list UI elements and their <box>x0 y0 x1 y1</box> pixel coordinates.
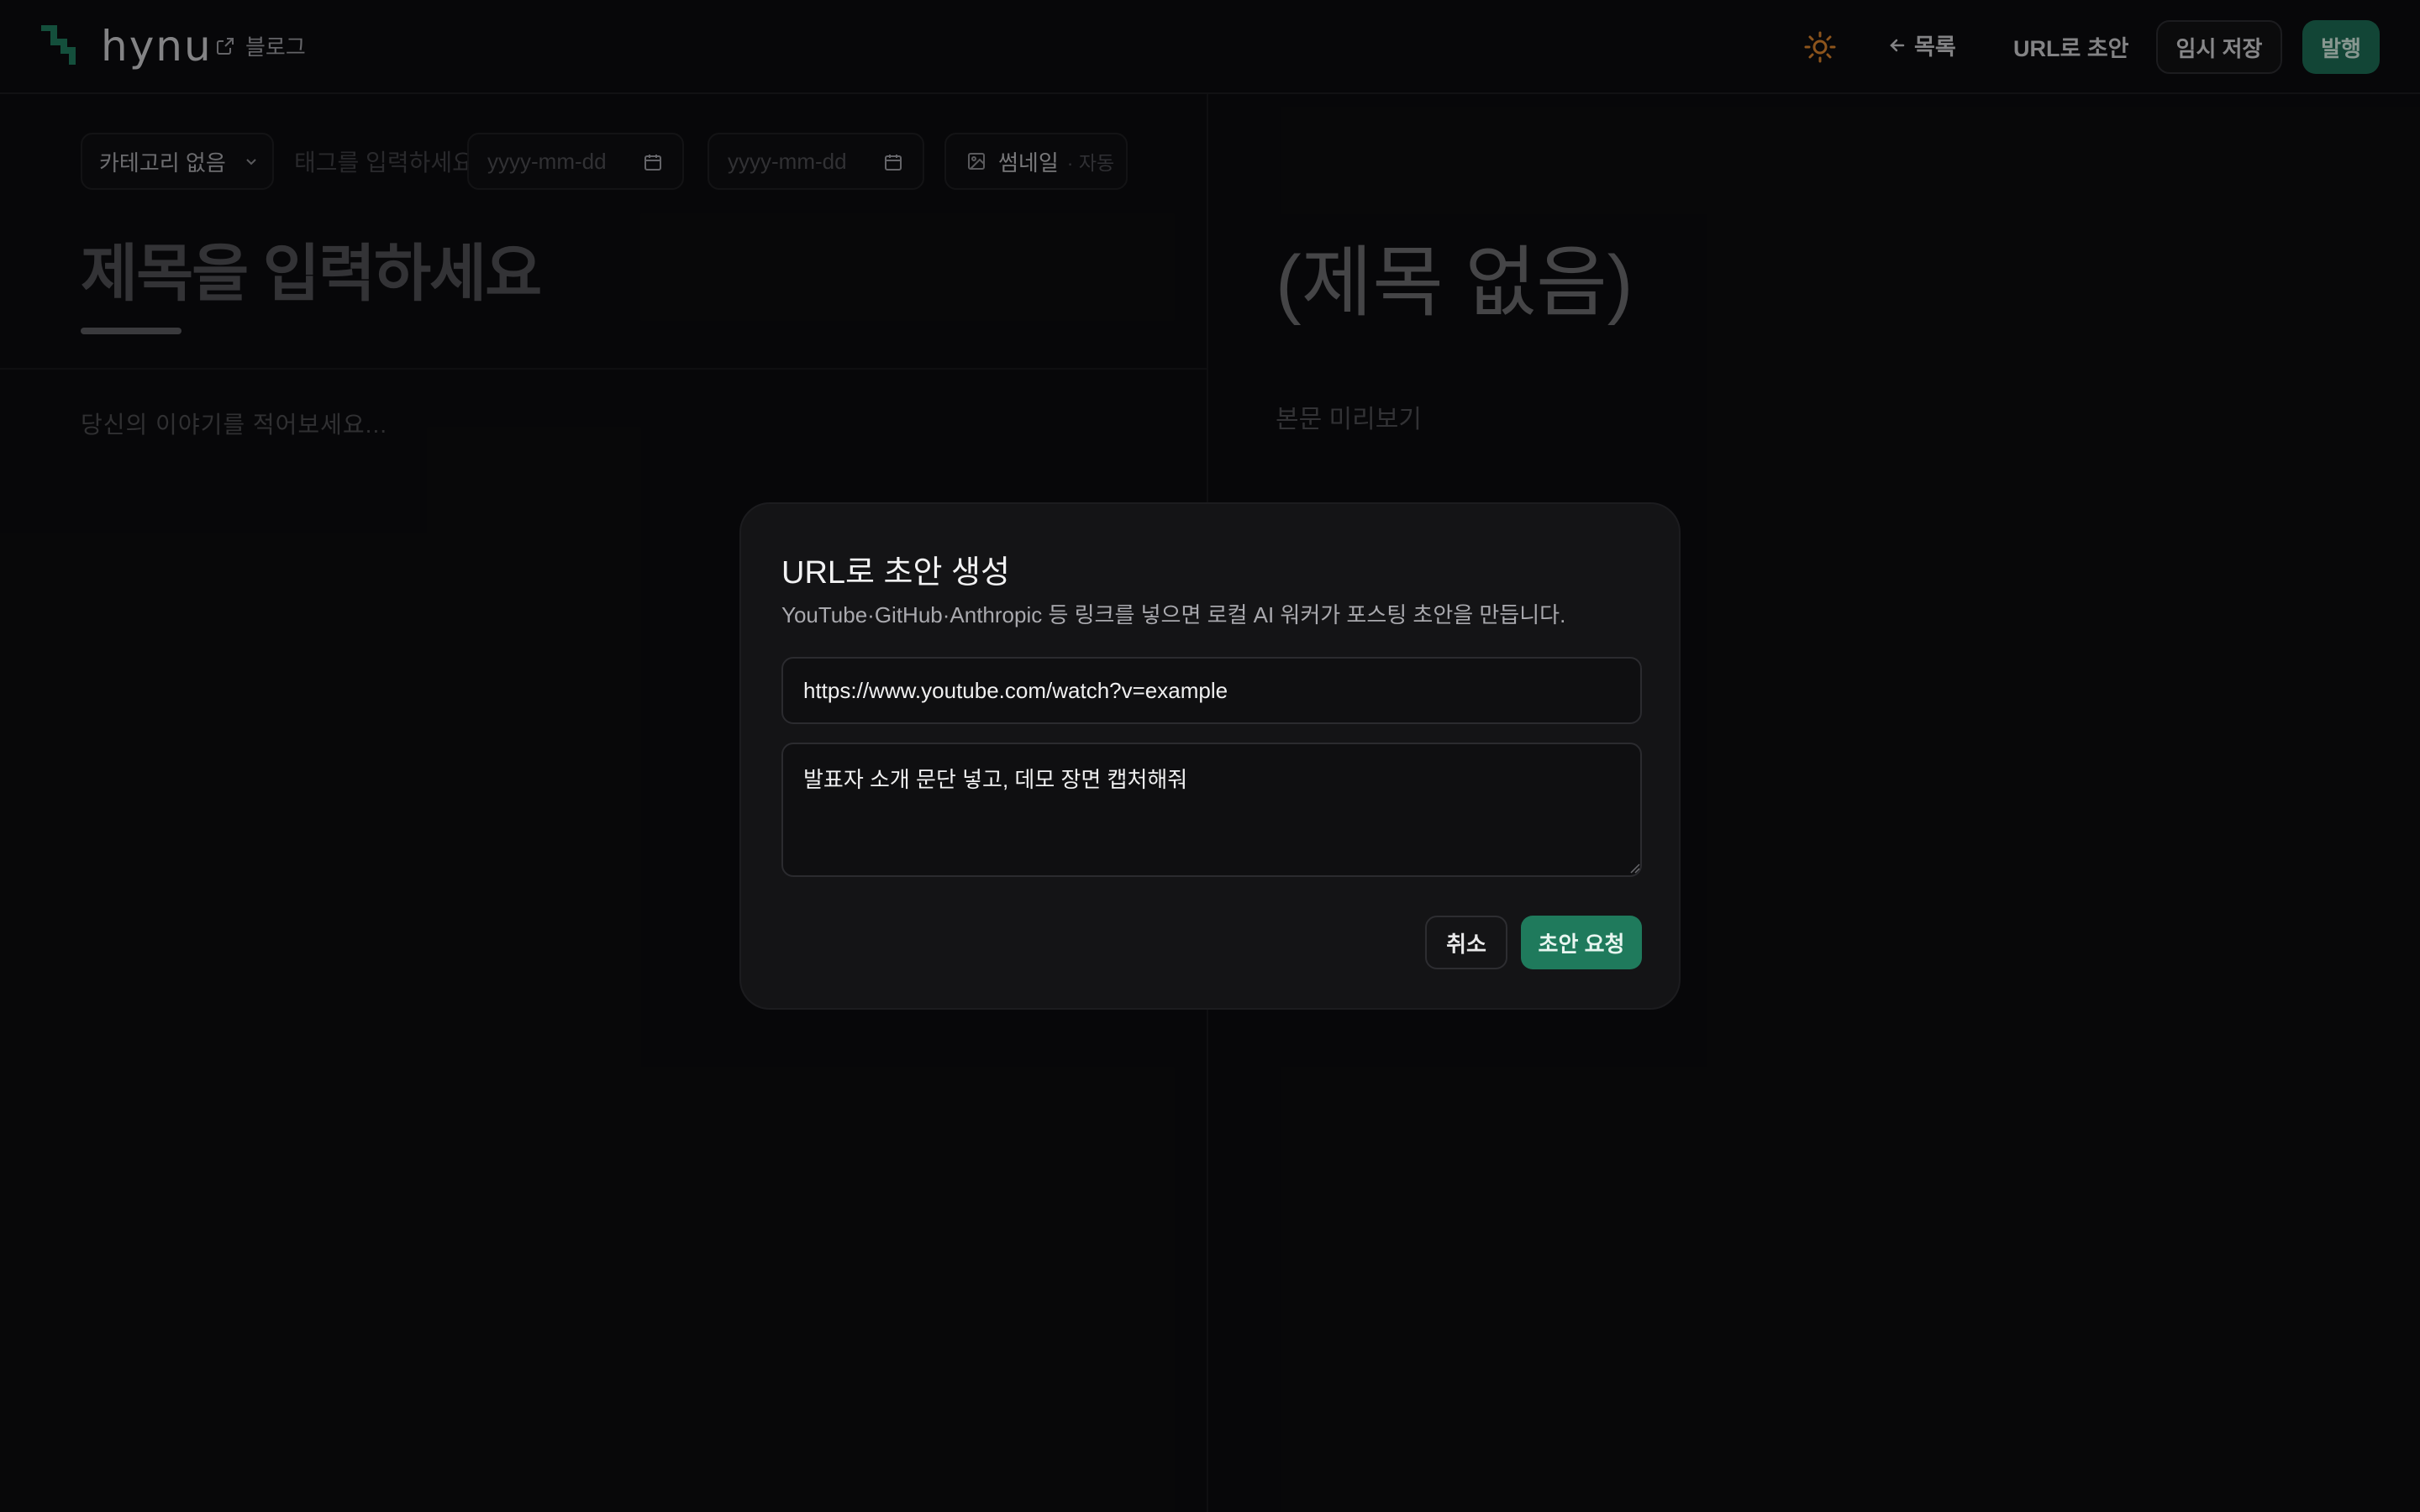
request-draft-button[interactable]: 초안 요청 <box>1521 916 1642 969</box>
cancel-button[interactable]: 취소 <box>1425 916 1507 969</box>
modal-description: YouTube·GitHub·Anthropic 등 링크를 넣으면 로컬 AI… <box>781 602 1566 627</box>
url-draft-modal: URL로 초안 생성 YouTube·GitHub·Anthropic 등 링크… <box>739 502 1681 1010</box>
resize-grip-icon[interactable] <box>1628 862 1640 874</box>
url-input[interactable]: https://www.youtube.com/watch?v=example <box>781 657 1642 724</box>
request-note-textarea[interactable]: 발표자 소개 문단 넣고, 데모 장면 캡처해줘 <box>781 743 1642 877</box>
modal-title: URL로 초안 생성 <box>781 555 1010 591</box>
